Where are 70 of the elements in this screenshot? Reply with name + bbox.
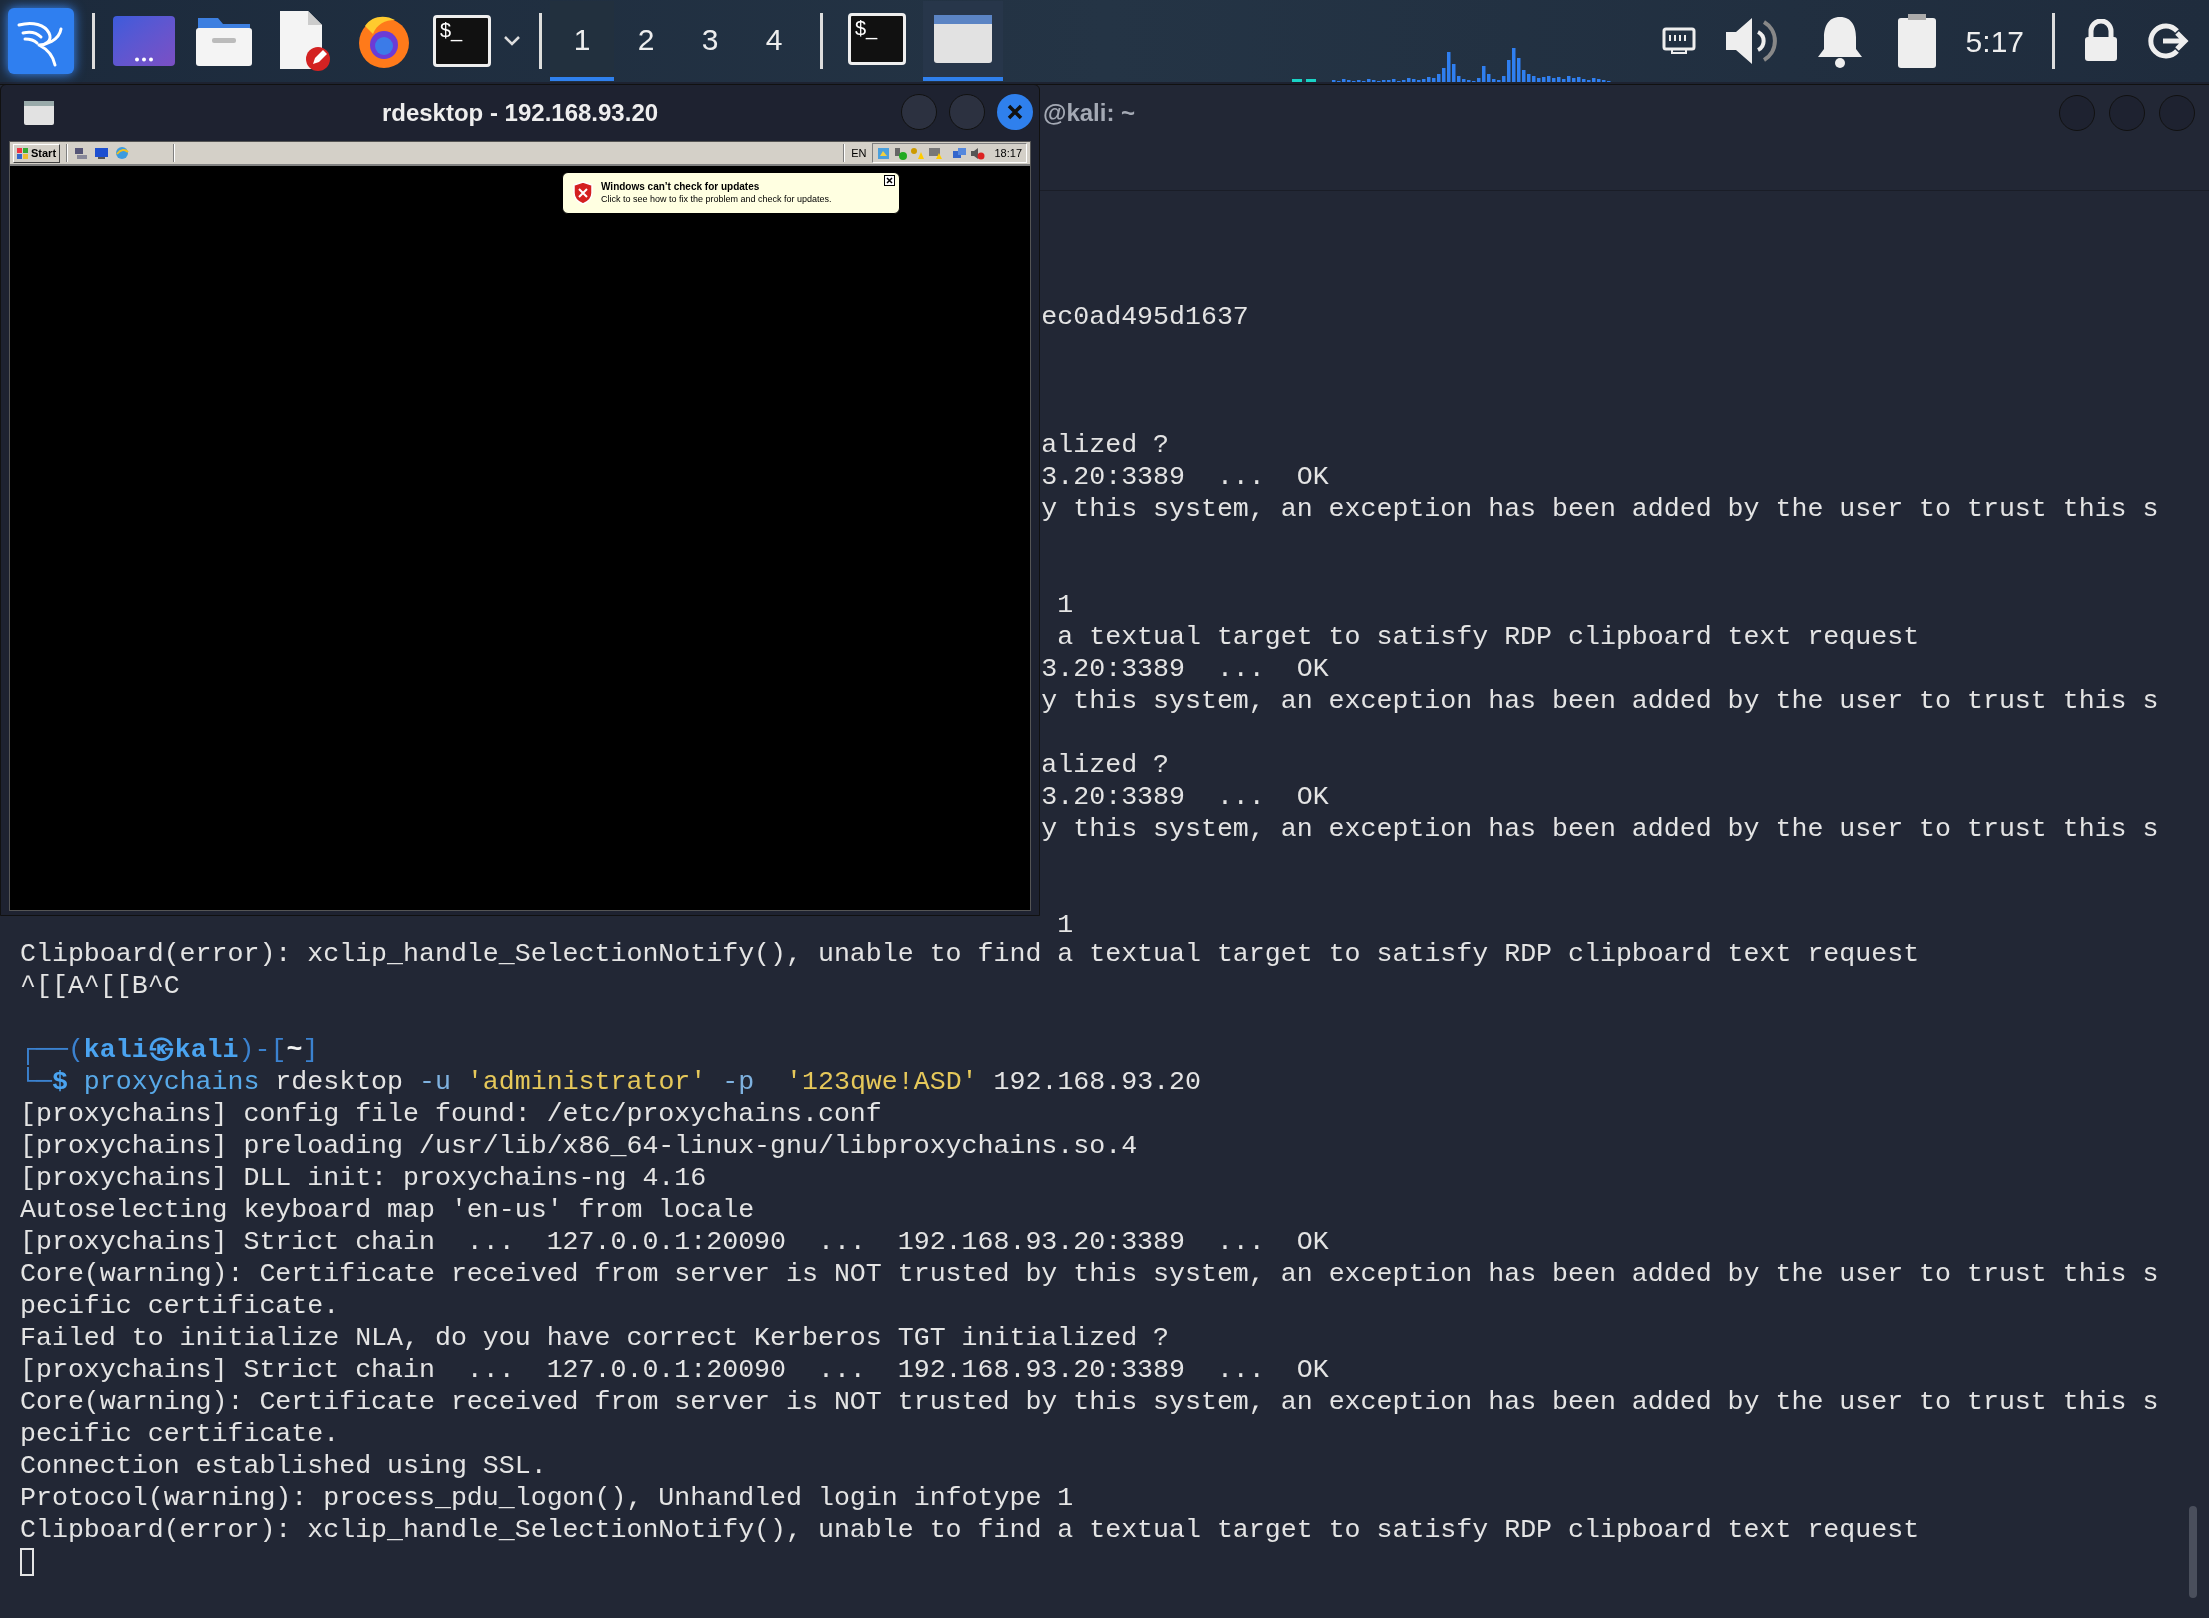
terminal-line: 1	[1056, 910, 1074, 940]
terminal-line: ec0ad495d1637	[1041, 302, 1249, 332]
chevron-down-icon[interactable]	[503, 35, 521, 47]
terminal-line: ┌──(kali㉿kali)-[~]	[20, 1035, 319, 1065]
terminal-line: 1	[1056, 590, 1074, 620]
window-icon	[932, 13, 994, 65]
dots-icon	[134, 57, 154, 62]
plug-check-icon[interactable]	[893, 146, 908, 160]
error-shield-icon	[573, 181, 593, 205]
terminal-line: 3.20:3389 ... OK	[1041, 654, 1329, 684]
close-icon	[886, 177, 893, 184]
graph-bar	[1291, 79, 1302, 82]
balloon-message: Click to see how to fix the problem and check for updates.	[601, 193, 832, 206]
terminal-line: [proxychains] preloading /usr/lib/x86_64-linux-gnu/libproxychains.so.4	[20, 1131, 1138, 1161]
computer-icon[interactable]	[74, 146, 89, 160]
balloon-title: Windows can’t check for updates	[601, 180, 761, 193]
text-cursor	[20, 1548, 34, 1576]
terminal-line: alized ?	[1041, 430, 1170, 460]
terminal-line: [proxychains] Strict chain ... 127.0.0.1:20090 ... 192.168.93.20:3389 ... OK	[20, 1227, 1329, 1257]
flag-icon	[17, 147, 29, 159]
notification-balloon[interactable]: Windows can’t check for updates Click to see how to fix the problem and check for updates.	[562, 172, 900, 214]
monitor-icon[interactable]	[94, 146, 110, 160]
close-button[interactable]	[997, 94, 1033, 130]
monitor-warning-icon[interactable]	[928, 146, 944, 160]
terminal-line: pecific certificate.	[20, 1419, 340, 1449]
task-button[interactable]: $_	[837, 1, 917, 81]
terminal-line: pecific certificate.	[20, 1291, 340, 1321]
language-indicator[interactable]: EN	[851, 144, 867, 162]
terminal-line: [proxychains] Strict chain ... 127.0.0.1:20090 ... 192.168.93.20:3389 ... OK	[20, 1355, 1329, 1385]
terminal-line: Autoselecting keyboard map 'en-us' from locale	[20, 1195, 755, 1225]
network-icon[interactable]	[1661, 27, 1696, 55]
balloon-close-button[interactable]	[884, 175, 895, 186]
close-icon	[1007, 104, 1023, 120]
terminal-line: Clipboard(error): xclip_handle_SelectionNotify(), unable to find a textual target to satisfy RDP clipboard text request	[20, 939, 1920, 969]
workspace-tab[interactable]: 4	[742, 1, 806, 81]
scrollbar[interactable]	[2189, 1506, 2197, 1598]
window-title: rdesktop - 192.168.93.20	[381, 98, 659, 128]
terminal-line: [proxychains] config file found: /etc/proxychains.conf	[20, 1099, 882, 1129]
graph-bar	[1305, 79, 1316, 82]
speaker-muted-icon[interactable]	[970, 146, 986, 160]
terminal-line: y this system, an exception has been added by the user to trust this s	[1041, 814, 2159, 844]
lock-icon[interactable]	[2083, 19, 2119, 63]
terminal-line: Connection established using SSL.	[20, 1451, 547, 1481]
terminal-line: alized ?	[1041, 750, 1170, 780]
clock[interactable]: 5:17	[1965, 18, 2024, 64]
terminal-line: Failed to initialize NLA, do you have correct Kerberos TGT initialized ?	[20, 1323, 1170, 1353]
logout-icon[interactable]	[2147, 21, 2189, 61]
terminal-line: Protocol(warning): process_pdu_logon(), Unhandled login infotype 1	[20, 1483, 1074, 1513]
start-button[interactable]: Start	[13, 143, 61, 163]
tray-clock[interactable]: 18:17	[994, 144, 1022, 162]
network-computers-icon[interactable]	[952, 146, 968, 160]
terminal-line: 3.20:3389 ... OK	[1041, 782, 1329, 812]
task-button[interactable]	[923, 1, 1003, 81]
window-title: @kali: ~	[1043, 98, 1136, 128]
terminal-button[interactable]: $_	[433, 15, 491, 67]
terminal-line: ^[[A^[[B^C	[20, 971, 180, 1001]
terminal-line: 3.20:3389 ... OK	[1041, 462, 1329, 492]
workspace-tab[interactable]: 3	[678, 1, 742, 81]
terminal-line: [proxychains] DLL init: proxychains-ng 4.16	[20, 1163, 707, 1193]
workspace-tab[interactable]: 2	[614, 1, 678, 81]
terminal-line: y this system, an exception has been added by the user to trust this s	[1041, 686, 2159, 716]
clipboard-icon[interactable]	[1895, 12, 1938, 70]
terminal-line: Core(warning): Certificate received from server is NOT trusted by this system, an exception has been added by the user to trust this s	[20, 1387, 2159, 1417]
terminal-line: a textual target to satisfy RDP clipboard text request	[1056, 622, 1920, 652]
terminal-line: Core(warning): Certificate received from server is NOT trusted by this system, an exception has been added by the user to trust this s	[20, 1259, 2159, 1289]
terminal-line: y this system, an exception has been added by the user to trust this s	[1041, 494, 2159, 524]
app-menu-button[interactable]	[8, 8, 74, 74]
window-icon	[23, 100, 55, 126]
terminal-line: └─$ proxychains rdesktop -u 'administrator' -p '123qwe!ASD' 192.168.93.20	[20, 1067, 1202, 1097]
terminal-line: Clipboard(error): xclip_handle_SelectionNotify(), unable to find a textual target to satisfy RDP clipboard text request	[20, 1515, 1920, 1545]
